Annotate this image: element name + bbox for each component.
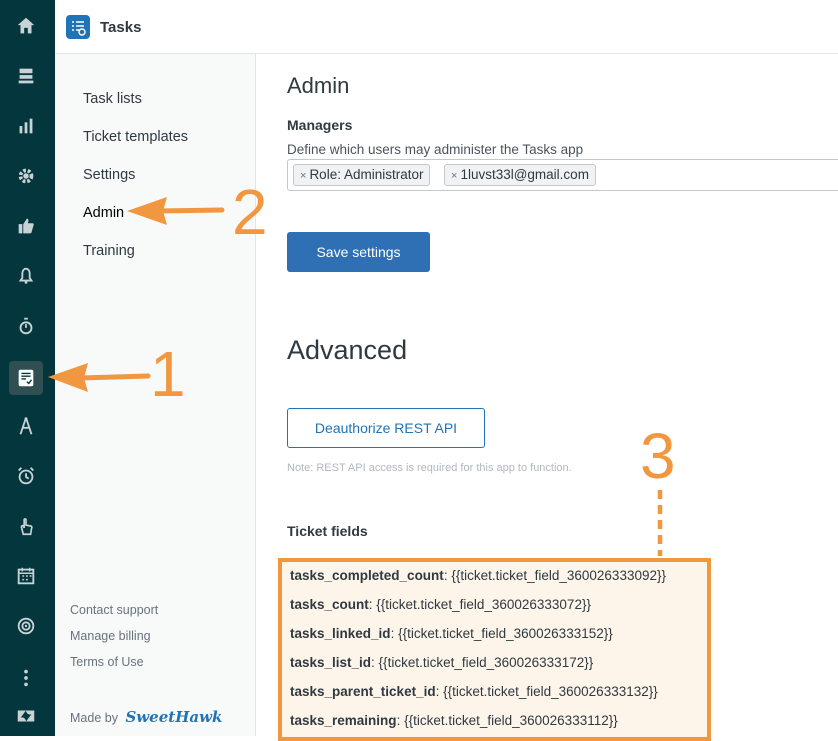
stopwatch-icon[interactable] bbox=[12, 312, 40, 340]
field-placeholder: : {{ticket.ticket_field_360026333092}} bbox=[443, 568, 666, 583]
advanced-heading: Advanced bbox=[287, 335, 408, 365]
tag-remove-icon[interactable]: × bbox=[300, 170, 306, 182]
made-by-label: Made by bbox=[70, 711, 118, 725]
save-settings-button[interactable]: Save settings bbox=[287, 232, 430, 272]
manager-tag-label: 1luvst33l@gmail.com bbox=[460, 167, 589, 182]
app-title: Tasks bbox=[100, 19, 142, 36]
field-name: tasks_linked_id bbox=[290, 626, 391, 641]
annotation-number-1: 1 bbox=[150, 338, 186, 410]
hand-pointer-icon[interactable] bbox=[12, 512, 40, 540]
list-item: tasks_completed_count: {{ticket.ticket_f… bbox=[290, 568, 666, 583]
field-name: tasks_parent_ticket_id bbox=[290, 684, 436, 699]
sweethawk-logo[interactable]: SweetHawk bbox=[125, 708, 222, 726]
list-item: tasks_remaining: {{ticket.ticket_field_3… bbox=[290, 713, 618, 728]
rest-api-note: Note: REST API access is required for th… bbox=[287, 462, 572, 474]
nav-item-ticket-templates[interactable]: Ticket templates bbox=[83, 129, 188, 145]
product-rail bbox=[0, 0, 55, 736]
list-item: tasks_parent_ticket_id: {{ticket.ticket_… bbox=[290, 684, 658, 699]
managers-label: Managers bbox=[287, 117, 353, 133]
field-name: tasks_completed_count bbox=[290, 568, 444, 583]
more-vertical-icon[interactable] bbox=[12, 664, 40, 692]
tasks-list-icon bbox=[66, 15, 90, 39]
terms-of-use-link[interactable]: Terms of Use bbox=[70, 655, 144, 669]
field-name: tasks_count bbox=[290, 597, 369, 612]
ticket-fields-label: Ticket fields bbox=[287, 523, 368, 539]
zendesk-logo-icon[interactable] bbox=[12, 702, 40, 730]
compass-icon[interactable] bbox=[12, 412, 40, 440]
manager-tag-label: Role: Administrator bbox=[309, 167, 424, 182]
tasks-app-icon[interactable] bbox=[12, 364, 40, 392]
calendar-icon[interactable] bbox=[12, 562, 40, 590]
list-item: tasks_count: {{ticket.ticket_field_36002… bbox=[290, 597, 591, 612]
nav-item-training[interactable]: Training bbox=[83, 243, 135, 259]
tag-remove-icon[interactable]: × bbox=[451, 170, 457, 182]
nav-item-admin[interactable]: Admin bbox=[83, 205, 124, 221]
target-icon[interactable] bbox=[12, 612, 40, 640]
field-name: tasks_remaining bbox=[290, 713, 397, 728]
contact-support-link[interactable]: Contact support bbox=[70, 603, 158, 617]
manage-billing-link[interactable]: Manage billing bbox=[70, 629, 151, 643]
deauthorize-rest-api-button[interactable]: Deauthorize REST API bbox=[287, 408, 485, 448]
managers-input[interactable]: × Role: Administrator × 1luvst33l@gmail.co… bbox=[287, 159, 838, 191]
managers-hint: Define which users may administer the Ta… bbox=[287, 142, 584, 157]
bell-icon[interactable] bbox=[12, 262, 40, 290]
annotation-number-2: 2 bbox=[232, 176, 268, 248]
field-placeholder: : {{ticket.ticket_field_360026333132}} bbox=[435, 684, 658, 699]
gear-icon[interactable] bbox=[12, 162, 40, 190]
field-name: tasks_list_id bbox=[290, 655, 372, 670]
field-placeholder: : {{ticket.ticket_field_360026333112}} bbox=[396, 713, 618, 728]
list-item: tasks_list_id: {{ticket.ticket_field_360… bbox=[290, 655, 593, 670]
field-placeholder: : {{ticket.ticket_field_360026333072}} bbox=[368, 597, 591, 612]
admin-heading: Admin bbox=[287, 73, 350, 98]
alarm-clock-icon[interactable] bbox=[12, 462, 40, 490]
manager-tag: × Role: Administrator bbox=[293, 164, 431, 186]
views-icon[interactable] bbox=[12, 62, 40, 90]
ticket-fields-list: tasks_completed_count: {{ticket.ticket_f… bbox=[278, 558, 711, 741]
made-by-credit: Made by SweetHawk bbox=[70, 708, 222, 726]
field-placeholder: : {{ticket.ticket_field_360026333172}} bbox=[371, 655, 594, 670]
home-icon[interactable] bbox=[12, 12, 40, 40]
app-header: Tasks bbox=[55, 0, 838, 54]
reporting-icon[interactable] bbox=[12, 112, 40, 140]
nav-item-task-lists[interactable]: Task lists bbox=[83, 91, 142, 107]
thumbs-up-icon[interactable] bbox=[12, 212, 40, 240]
list-item: tasks_linked_id: {{ticket.ticket_field_3… bbox=[290, 626, 613, 641]
annotation-number-3: 3 bbox=[640, 420, 676, 492]
nav-item-settings[interactable]: Settings bbox=[83, 167, 135, 183]
main-content: Admin Managers Define which users may ad… bbox=[256, 54, 838, 741]
manager-tag: × 1luvst33l@gmail.com bbox=[444, 164, 596, 186]
field-placeholder: : {{ticket.ticket_field_360026333152}} bbox=[390, 626, 613, 641]
